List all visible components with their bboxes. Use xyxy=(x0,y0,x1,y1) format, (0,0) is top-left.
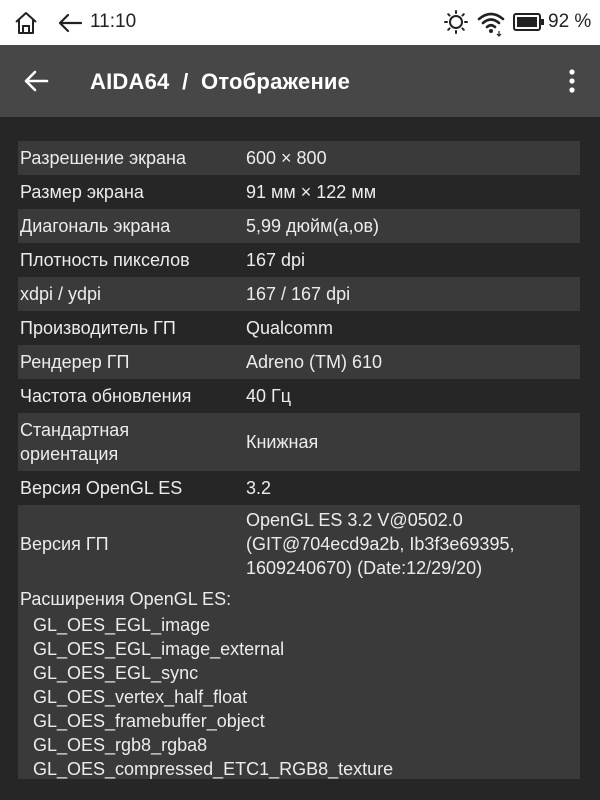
row-value: 40 Гц xyxy=(246,385,292,406)
list-item: GL_OES_framebuffer_object xyxy=(33,711,265,731)
list-item: GL_OES_EGL_image_external xyxy=(33,639,285,659)
page-title: AIDA64 / Отображение xyxy=(90,69,351,94)
row-value: Adreno (TM) 610 xyxy=(246,351,383,372)
status-time: 11:10 xyxy=(90,11,137,32)
brightness-icon[interactable] xyxy=(444,10,468,34)
content-area[interactable]: Разрешение экрана 600 × 800 Размер экран… xyxy=(0,117,600,800)
row-label: Диагональ экрана xyxy=(20,215,171,236)
row-label: Версия ГП xyxy=(20,533,109,554)
list-item: GL_OES_EGL_sync xyxy=(33,663,199,683)
row-diagonal: Диагональ экрана 5,99 дюйм(а,ов) xyxy=(18,209,580,243)
battery-icon xyxy=(513,13,544,31)
app-bar: AIDA64 / Отображение xyxy=(0,45,600,117)
row-resolution: Разрешение экрана 600 × 800 xyxy=(18,141,580,175)
row-label: Производитель ГП xyxy=(20,317,176,338)
more-vertical-icon[interactable] xyxy=(560,67,584,95)
row-label: Размер экрана xyxy=(20,181,144,202)
row-value: Книжная xyxy=(246,431,319,452)
list-item: GL_OES_vertex_half_float xyxy=(33,687,248,707)
row-value: 5,99 дюйм(а,ов) xyxy=(246,215,380,236)
row-screen-size: Размер экрана 91 мм × 122 мм xyxy=(18,175,580,209)
home-icon[interactable] xyxy=(13,10,39,36)
opengl-extensions-block: Расширения OpenGL ES: GL_OES_EGL_image G… xyxy=(18,581,580,779)
info-rows: Разрешение экрана 600 × 800 Размер экран… xyxy=(18,141,580,583)
list-item: GL_OES_EGL_image xyxy=(33,615,211,635)
row-value: 91 мм × 122 мм xyxy=(246,181,377,202)
extensions-header: Расширения OpenGL ES: xyxy=(20,589,232,609)
row-value: 167 dpi xyxy=(246,249,306,270)
back-arrow-icon[interactable] xyxy=(57,11,83,35)
list-item: GL_OES_compressed_ETC1_RGB8_texture xyxy=(33,759,394,779)
list-item: GL_OES_rgb8_rgba8 xyxy=(33,735,208,755)
wifi-icon[interactable] xyxy=(477,9,505,37)
back-arrow-icon[interactable] xyxy=(22,67,50,95)
row-value: 3.2 xyxy=(246,477,272,498)
row-gpu-version: Версия ГП OpenGL ES 3.2 V@0502.0 (GIT@70… xyxy=(18,505,580,583)
row-orientation: Стандартная ориентация Книжная xyxy=(18,413,580,471)
row-density: Плотность пикселов 167 dpi xyxy=(18,243,580,277)
row-xdpi-ydpi: xdpi / ydpi 167 / 167 dpi xyxy=(18,277,580,311)
row-label: Стандартная ориентация xyxy=(20,420,130,464)
status-bar: 11:10 92 % xyxy=(0,0,600,45)
battery-percent: 92 % xyxy=(548,11,592,32)
row-opengl-version: Версия OpenGL ES 3.2 xyxy=(18,471,580,505)
row-gpu-renderer: Рендерер ГП Adreno (TM) 610 xyxy=(18,345,580,379)
row-label: xdpi / ydpi xyxy=(20,283,102,304)
row-refresh-rate: Частота обновления 40 Гц xyxy=(18,379,580,413)
row-label: Рендерер ГП xyxy=(20,351,130,372)
row-label: Плотность пикселов xyxy=(20,249,190,270)
row-gpu-vendor: Производитель ГП Qualcomm xyxy=(18,311,580,345)
extensions-list: GL_OES_EGL_image GL_OES_EGL_image_extern… xyxy=(33,613,393,781)
row-label: Разрешение экрана xyxy=(20,147,186,168)
row-label: Версия OpenGL ES xyxy=(20,477,183,498)
row-value: 167 / 167 dpi xyxy=(246,283,351,304)
row-value: 600 × 800 xyxy=(246,147,327,168)
row-value: Qualcomm xyxy=(246,317,334,338)
row-label: Частота обновления xyxy=(20,385,192,406)
row-value: OpenGL ES 3.2 V@0502.0 (GIT@704ecd9a2b, … xyxy=(246,510,515,578)
